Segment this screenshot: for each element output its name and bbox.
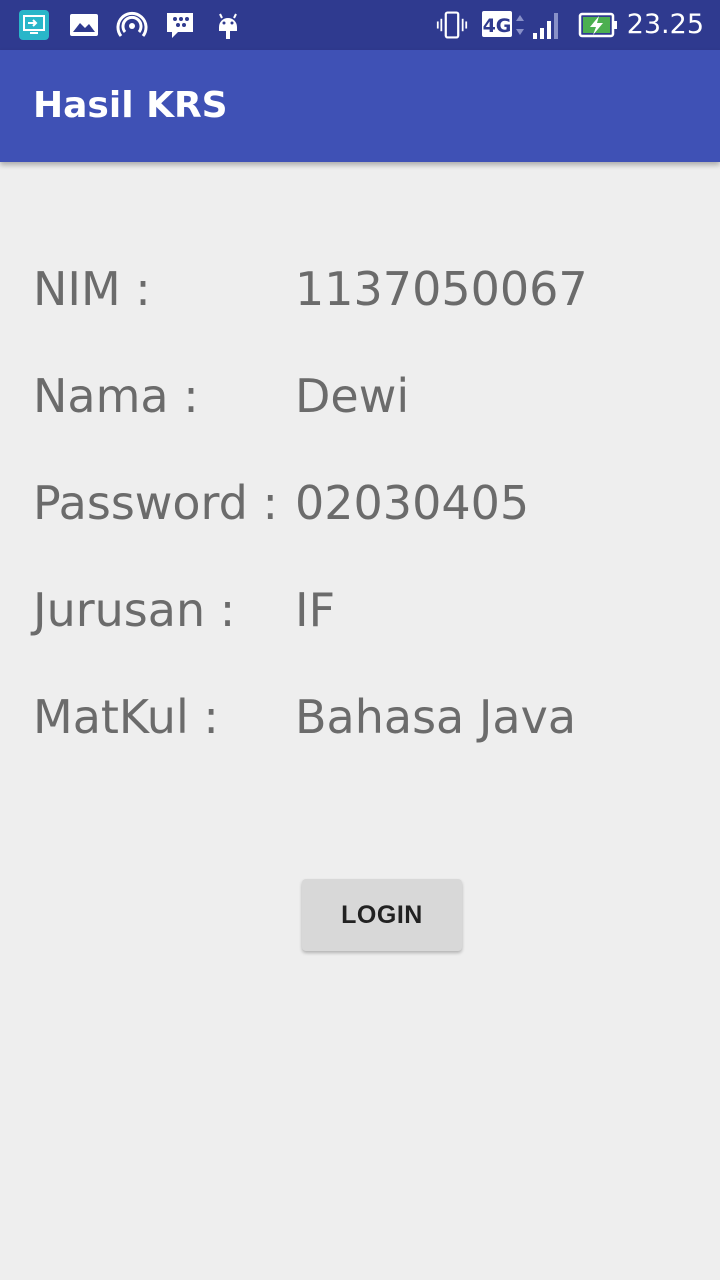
nama-label: Nama : [33, 369, 199, 423]
field-row-password: Password : 02030405 [33, 473, 693, 533]
jurusan-label: Jurusan : [33, 583, 236, 637]
gallery-icon [68, 9, 100, 41]
nama-value: Dewi [295, 369, 410, 423]
nim-label: NIM : [33, 262, 151, 316]
field-row-jurusan: Jurusan : IF [33, 580, 693, 640]
krs-content: NIM : 1137050067 Nama : Dewi Password : … [0, 162, 720, 1280]
status-time: 23.25 [626, 9, 704, 40]
app-bar: Hasil KRS [0, 50, 720, 162]
field-row-matkul: MatKul : Bahasa Java [33, 687, 693, 747]
field-row-nama: Nama : Dewi [33, 366, 693, 426]
status-bar: 4G 23.25 [0, 0, 720, 50]
password-value: 02030405 [295, 476, 530, 530]
screen-mirror-icon [18, 9, 50, 41]
login-button[interactable]: LOGIN [302, 879, 462, 951]
signal-icon [530, 9, 562, 41]
hotspot-icon [116, 9, 148, 41]
password-label: Password : [33, 476, 278, 530]
android-icon [212, 9, 244, 41]
bbm-icon [164, 9, 196, 41]
app-title: Hasil KRS [33, 85, 228, 126]
svg-text:4G: 4G [483, 15, 512, 37]
matkul-value: Bahasa Java [295, 690, 577, 744]
network-type-icon: 4G [482, 9, 526, 41]
battery-charging-icon [578, 9, 620, 41]
matkul-label: MatKul : [33, 690, 219, 744]
jurusan-value: IF [295, 583, 336, 637]
nim-value: 1137050067 [295, 262, 588, 316]
vibrate-icon [436, 9, 468, 41]
field-row-nim: NIM : 1137050067 [33, 259, 693, 319]
